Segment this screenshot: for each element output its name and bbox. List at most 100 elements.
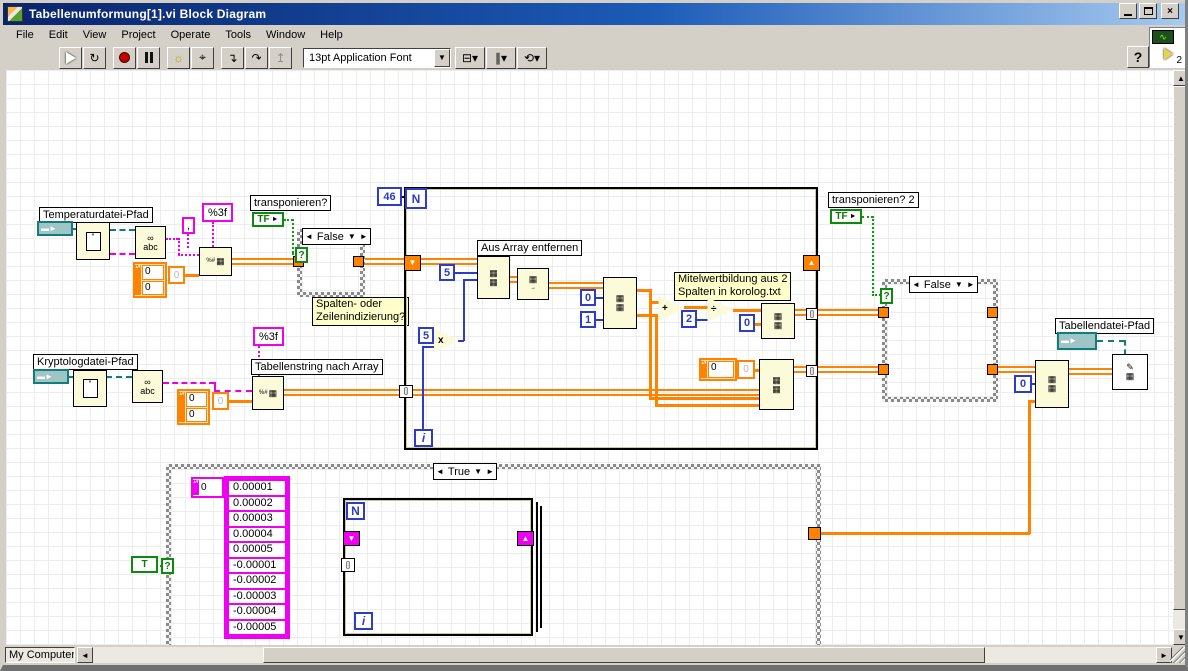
output-tunnel[interactable]: []: [806, 365, 818, 377]
case-next-icon[interactable]: ►: [967, 280, 975, 289]
case-dropdown-icon[interactable]: ▼: [474, 467, 482, 476]
cluster-constant-2[interactable]: ▴▾ 0 0: [177, 389, 210, 425]
format-string-constant-2[interactable]: %3f: [253, 327, 284, 346]
menu-item[interactable]: Operate: [164, 27, 219, 43]
shift-register-left[interactable]: ▼: [404, 255, 421, 271]
index-arrows-icon[interactable]: ▴▾: [135, 265, 141, 295]
retain-wire-values-button[interactable]: ⌖: [191, 46, 214, 69]
align-objects-button[interactable]: ⊟▾: [455, 46, 485, 69]
loop-count-terminal[interactable]: N: [405, 188, 427, 209]
case-prev-icon[interactable]: ◄: [436, 467, 444, 476]
run-continuously-button[interactable]: ↻: [83, 46, 106, 69]
case-next-icon[interactable]: ►: [486, 467, 494, 476]
tunnel[interactable]: [987, 364, 998, 375]
scroll-left-button[interactable]: ◄: [77, 647, 93, 663]
case-structure-transpose2[interactable]: [882, 279, 998, 402]
scroll-down-button[interactable]: ▼: [1173, 629, 1185, 645]
tunnel[interactable]: [987, 307, 998, 318]
array-constant-index[interactable]: ▴▾ 0: [191, 477, 224, 498]
tunnel[interactable]: [353, 256, 364, 267]
case3-selector-terminal[interactable]: ?: [161, 558, 174, 574]
loop-iteration-terminal[interactable]: i: [414, 429, 433, 447]
case2-selector[interactable]: ◄ False ▼ ►: [909, 276, 978, 293]
menu-item[interactable]: File: [9, 27, 42, 43]
shift-register-right[interactable]: ▲: [803, 255, 820, 271]
path-control-tabellendatei[interactable]: ▬►: [1057, 332, 1097, 350]
close-button[interactable]: ×: [1161, 3, 1179, 19]
execution-target-selector[interactable]: My Computer: [5, 647, 75, 663]
cluster-element[interactable]: 0: [186, 407, 207, 422]
reorder-button[interactable]: ⟲▾: [517, 46, 547, 69]
boolean-control-transponieren[interactable]: TF ►: [252, 212, 284, 227]
write-to-spreadsheet-file-function[interactable]: ✎ ▦: [1112, 354, 1148, 390]
case-next-icon[interactable]: ►: [360, 232, 368, 241]
output-tunnel[interactable]: []: [806, 308, 818, 320]
case1-selector[interactable]: ◄ False ▼ ►: [302, 228, 371, 245]
distribute-objects-button[interactable]: ∥▾: [486, 46, 516, 69]
case-dropdown-icon[interactable]: ▼: [955, 280, 963, 289]
boolean-true-constant[interactable]: T: [131, 556, 158, 573]
open-create-file-function-2[interactable]: *: [73, 370, 107, 407]
array-element[interactable]: -0.00005: [227, 618, 287, 636]
title-bar[interactable]: Tabellenumformung[1].vi Block Diagram: [3, 3, 1185, 25]
tunnel[interactable]: [878, 364, 889, 375]
menu-item[interactable]: Project: [114, 27, 163, 43]
vi-icon-button[interactable]: ∿ 2: [1149, 27, 1185, 68]
tunnel[interactable]: [878, 307, 889, 318]
menu-item[interactable]: Help: [313, 27, 351, 43]
open-create-file-function[interactable]: *: [76, 222, 110, 260]
index-arrows-icon[interactable]: ▴▾: [193, 480, 199, 495]
case3-selector[interactable]: ◄ True ▼ ►: [433, 463, 497, 480]
chevron-down-icon[interactable]: ▼: [434, 48, 450, 67]
step-into-button[interactable]: ↴: [221, 46, 244, 69]
menu-item[interactable]: Edit: [42, 27, 76, 43]
auto-index-tunnel[interactable]: []: [341, 558, 355, 572]
framed-zero-constant-1[interactable]: 0: [168, 266, 185, 284]
minimize-button[interactable]: [1119, 3, 1137, 19]
auto-index-tunnel[interactable]: []: [399, 385, 413, 398]
path-control-temperatur[interactable]: ▬►: [37, 221, 73, 236]
case-dropdown-icon[interactable]: ▼: [348, 232, 356, 241]
pause-button[interactable]: [137, 46, 160, 69]
highlight-execution-button[interactable]: ☼: [167, 46, 190, 69]
path-control-kryptolog[interactable]: ▬►: [33, 369, 69, 384]
step-over-button[interactable]: ↷: [245, 46, 268, 69]
spreadsheet-string-to-array-function-1[interactable]: %# ▦: [199, 247, 232, 276]
loop-count-constant[interactable]: 46: [377, 187, 402, 206]
read-text-file-function-2[interactable]: ∞ abc: [132, 370, 163, 403]
vertical-scrollbar[interactable]: ▲ ▼: [1173, 70, 1185, 645]
for-loop-main[interactable]: [404, 187, 818, 450]
horizontal-scrollbar[interactable]: [93, 647, 1156, 663]
step-out-button[interactable]: ↥: [269, 46, 292, 69]
output-tunnel[interactable]: [808, 527, 821, 540]
index-arrows-icon[interactable]: ▴▾: [179, 392, 185, 422]
case3-value[interactable]: True: [448, 466, 470, 478]
block-diagram-canvas[interactable]: ◄ False ▼ ► ◄ False ▼ ► ◄ True ▼ ► Tempe…: [6, 70, 1173, 645]
inner-loop-iteration-terminal[interactable]: i: [354, 612, 373, 630]
boolean-control-transponieren-2[interactable]: TF ►: [830, 209, 862, 224]
resize-grip[interactable]: [1170, 647, 1185, 663]
shift-register-left-string[interactable]: ▼: [343, 531, 360, 546]
cluster-element[interactable]: 0: [142, 280, 164, 295]
constant-0-insert[interactable]: 0: [1014, 375, 1032, 393]
shift-register-right-string[interactable]: ▲: [517, 531, 534, 546]
horizontal-scroll-thumb[interactable]: [263, 647, 985, 663]
spreadsheet-string-to-array-function-2[interactable]: %# ▦: [252, 376, 284, 410]
comma-string-constant[interactable]: ,: [182, 217, 195, 234]
read-text-file-function[interactable]: ∞ abc: [135, 226, 166, 259]
cluster-element[interactable]: 0: [142, 265, 164, 280]
menu-item[interactable]: Window: [259, 27, 313, 43]
scroll-up-button[interactable]: ▲: [1173, 70, 1185, 86]
font-selector[interactable]: 13pt Application Font ▼: [303, 47, 451, 68]
insert-into-array-function[interactable]: ▦ ▦: [1035, 360, 1069, 408]
abort-button[interactable]: [113, 46, 136, 69]
numeric-array-constant[interactable]: 0.00001 0.00002 0.00003 0.00004 0.00005 -0.00…: [224, 476, 290, 639]
maximize-button[interactable]: [1139, 3, 1157, 19]
inner-loop-count-terminal[interactable]: N: [346, 502, 365, 520]
cluster-element[interactable]: 0: [186, 392, 207, 407]
framed-zero-constant-2[interactable]: 0: [212, 392, 229, 410]
format-string-constant-1[interactable]: %3f: [202, 203, 233, 222]
case2-value[interactable]: False: [924, 279, 951, 291]
run-button[interactable]: [59, 46, 82, 69]
case2-selector-terminal[interactable]: ?: [880, 288, 893, 304]
